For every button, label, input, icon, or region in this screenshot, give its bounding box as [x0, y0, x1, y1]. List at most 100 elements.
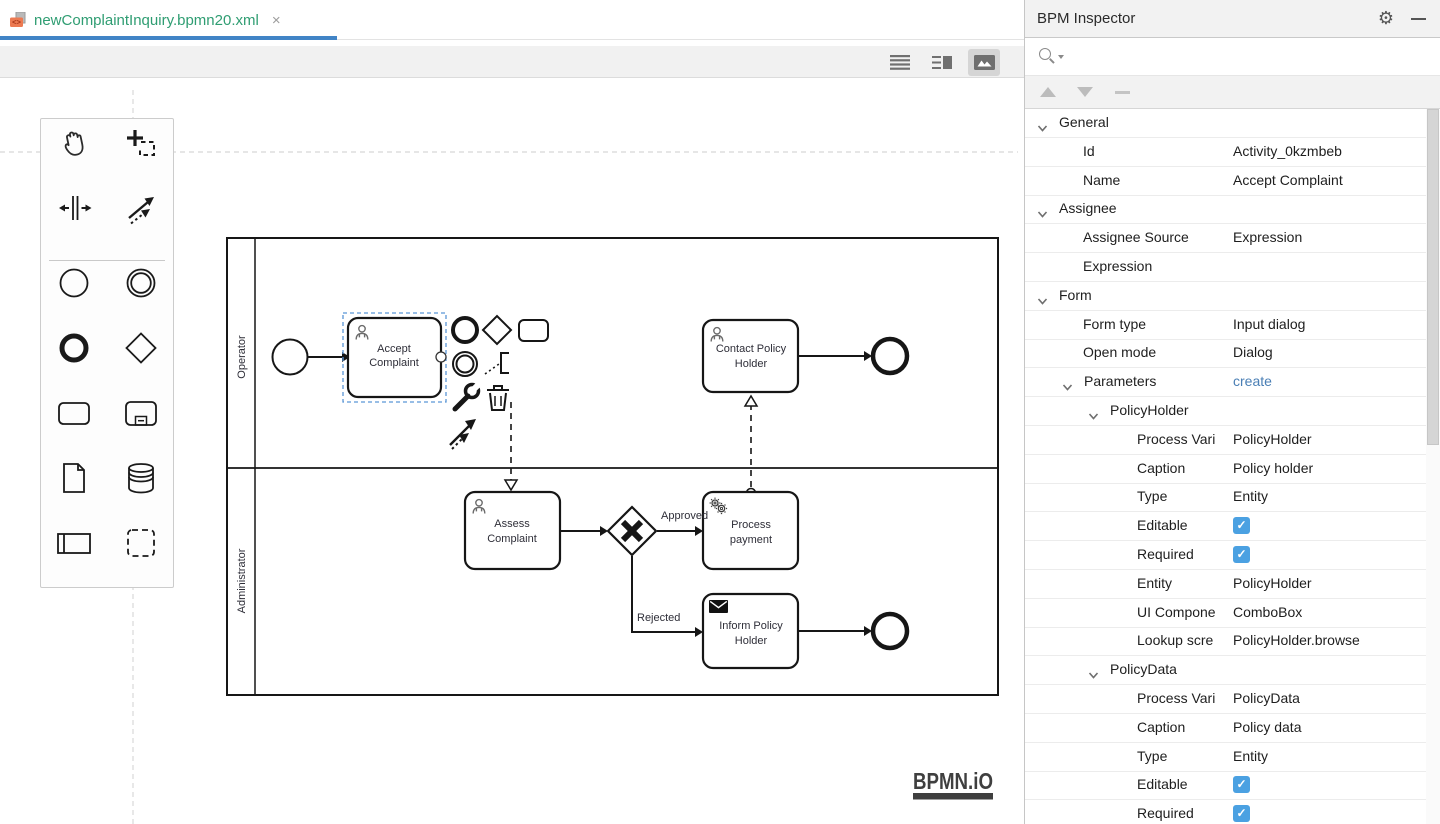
chevron-down-icon[interactable] — [1037, 119, 1048, 137]
task-label: Complaint — [487, 533, 537, 545]
inspector-row[interactable]: EntityPolicyHolder — [1025, 570, 1426, 599]
inspector-row[interactable]: General — [1025, 109, 1426, 138]
inspector-row[interactable]: Required✓ — [1025, 800, 1426, 824]
inspector-row[interactable]: Process VariPolicyHolder — [1025, 426, 1426, 455]
property-value[interactable]: Policy data — [1233, 719, 1301, 735]
palette-separator — [49, 260, 165, 261]
end-event-bottom[interactable] — [873, 614, 907, 648]
task-label: Assess — [494, 518, 530, 530]
chevron-down-icon[interactable] — [1058, 55, 1064, 59]
diagram-view-icon[interactable] — [968, 49, 1000, 76]
property-value[interactable]: Entity — [1233, 748, 1268, 764]
remove-icon[interactable] — [1115, 91, 1130, 94]
create-task[interactable] — [54, 393, 94, 433]
property-label: Caption — [1137, 460, 1185, 476]
task-assess-complaint[interactable] — [465, 492, 560, 569]
inspector-search[interactable] — [1025, 38, 1440, 76]
property-label: Process Vari — [1137, 690, 1215, 706]
gear-icon[interactable]: ⚙ — [1378, 8, 1394, 28]
inspector-row[interactable]: PolicyHolder — [1025, 397, 1426, 426]
lane-label-administrator: Administrator — [236, 548, 248, 613]
property-value[interactable]: Input dialog — [1233, 316, 1305, 332]
inspector-row[interactable]: Editable✓ — [1025, 512, 1426, 541]
property-value[interactable]: PolicyHolder — [1233, 575, 1312, 591]
create-intermediate-event[interactable] — [121, 263, 161, 303]
hand-tool[interactable] — [54, 124, 94, 164]
inspector-row[interactable]: Form — [1025, 282, 1426, 311]
scrollbar-track[interactable] — [1426, 109, 1440, 824]
end-event-top[interactable] — [873, 339, 907, 373]
property-value[interactable]: PolicyData — [1233, 690, 1300, 706]
move-down-icon[interactable] — [1077, 87, 1093, 97]
checkbox-checked[interactable]: ✓ — [1233, 805, 1250, 822]
svg-text:BPMN.iO: BPMN.iO — [913, 768, 993, 794]
chevron-down-icon[interactable] — [1088, 407, 1099, 425]
create-group[interactable] — [121, 523, 161, 563]
create-end-event[interactable] — [54, 328, 94, 368]
hide-icon[interactable] — [1411, 18, 1426, 20]
inspector-row[interactable]: UI Compone ComboBox — [1025, 599, 1426, 628]
create-subprocess[interactable] — [121, 393, 161, 433]
scrollbar-thumb[interactable] — [1427, 109, 1439, 445]
checkbox-checked[interactable]: ✓ — [1233, 546, 1250, 563]
xml-file-icon: <> — [10, 12, 27, 28]
checkbox-checked[interactable]: ✓ — [1233, 517, 1250, 534]
inspector-row[interactable]: Id Activity_0kzmbeb — [1025, 138, 1426, 167]
checkbox-checked[interactable]: ✓ — [1233, 776, 1250, 793]
property-value[interactable]: Policy holder — [1233, 460, 1313, 476]
inspector-row[interactable]: PolicyData — [1025, 656, 1426, 685]
inspector-row[interactable]: Form typeInput dialog — [1025, 311, 1426, 340]
bpmn-io-watermark[interactable]: BPMN.iO — [913, 768, 993, 800]
inspector-row[interactable]: CaptionPolicy data — [1025, 714, 1426, 743]
global-connect-tool[interactable] — [121, 188, 161, 228]
inspector-row[interactable]: Editable✓ — [1025, 771, 1426, 800]
connection-handle[interactable] — [436, 352, 446, 362]
property-value[interactable]: Activity_0kzmbeb — [1233, 143, 1342, 159]
inspector-row[interactable]: Required✓ — [1025, 541, 1426, 570]
inspector-header: BPM Inspector ⚙ — [1025, 0, 1440, 38]
chevron-down-icon[interactable] — [1088, 666, 1099, 684]
split-view-icon[interactable] — [926, 49, 958, 76]
property-value[interactable]: PolicyHolder.browse — [1233, 632, 1360, 648]
inspector-row[interactable]: Lookup screPolicyHolder.browse — [1025, 627, 1426, 656]
inspector-row[interactable]: Process Vari PolicyData — [1025, 685, 1426, 714]
property-value[interactable]: Dialog — [1233, 344, 1273, 360]
inspector-row[interactable]: Caption Policy holder — [1025, 455, 1426, 484]
create-data-store[interactable] — [121, 458, 161, 498]
create-data-object[interactable] — [54, 458, 94, 498]
space-tool[interactable] — [54, 188, 94, 228]
lasso-tool[interactable] — [121, 124, 161, 164]
bpmn-canvas[interactable]: Operator Administrator — [0, 78, 1024, 824]
inspector-row[interactable]: Parameterscreate — [1025, 368, 1426, 397]
create-participant[interactable] — [54, 523, 94, 563]
tab-bpmn-file[interactable]: <> newComplaintInquiry.bpmn20.xml × — [0, 0, 337, 40]
chevron-down-icon[interactable] — [1037, 205, 1048, 223]
property-value[interactable]: Expression — [1233, 229, 1302, 245]
create-start-event[interactable] — [54, 263, 94, 303]
property-value[interactable]: create — [1233, 373, 1272, 389]
property-value[interactable]: Accept Complaint — [1233, 172, 1343, 188]
chevron-down-icon[interactable] — [1062, 378, 1073, 396]
property-label: UI Compone — [1137, 604, 1216, 620]
inspector-row[interactable]: Open modeDialog — [1025, 339, 1426, 368]
inspector-row[interactable]: TypeEntity — [1025, 483, 1426, 512]
start-event[interactable] — [273, 340, 308, 375]
task-contact-policy-holder[interactable] — [703, 320, 798, 392]
chevron-down-icon[interactable] — [1037, 292, 1048, 310]
property-value[interactable]: Entity — [1233, 488, 1268, 504]
move-up-icon[interactable] — [1040, 87, 1056, 97]
inspector-row[interactable]: NameAccept Complaint — [1025, 167, 1426, 196]
inspector-row[interactable]: Type Entity — [1025, 743, 1426, 772]
create-gateway[interactable] — [121, 328, 161, 368]
inspector-row[interactable]: Expression — [1025, 253, 1426, 282]
property-value[interactable]: PolicyHolder — [1233, 431, 1312, 447]
task-label: Process — [731, 519, 771, 531]
inspector-row[interactable]: Assignee SourceExpression — [1025, 224, 1426, 253]
property-label: Type — [1137, 748, 1167, 764]
close-icon[interactable]: × — [272, 12, 281, 29]
task-label: Contact Policy — [716, 343, 787, 355]
inspector-row[interactable]: Assignee — [1025, 195, 1426, 224]
text-view-icon[interactable] — [884, 49, 916, 76]
property-label: Id — [1083, 143, 1095, 159]
property-value[interactable]: ComboBox — [1233, 604, 1302, 620]
